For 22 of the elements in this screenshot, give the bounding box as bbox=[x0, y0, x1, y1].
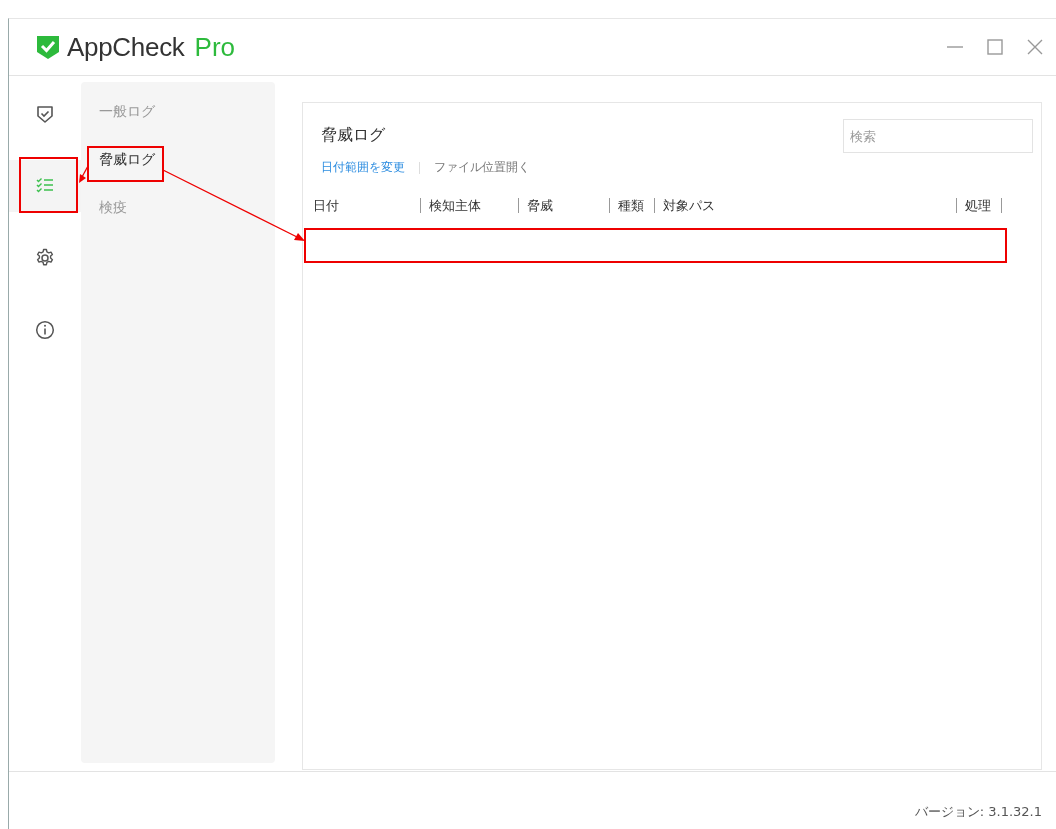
info-icon bbox=[35, 320, 55, 340]
column-header[interactable]: 検知主体 bbox=[421, 198, 519, 213]
column-header[interactable]: 対象パス bbox=[655, 198, 957, 213]
logo-icon bbox=[35, 34, 61, 60]
panel-title: 脅威ログ bbox=[321, 125, 385, 146]
annotation-arrow bbox=[79, 165, 89, 183]
search-field[interactable]: 検索 bbox=[843, 119, 1033, 153]
nav-button[interactable] bbox=[9, 160, 81, 212]
shield-icon bbox=[35, 104, 55, 124]
column-header[interactable]: 処理 bbox=[957, 198, 1002, 213]
submenu-item[interactable]: 脅威ログ bbox=[81, 150, 275, 170]
column-header[interactable]: 脅威 bbox=[519, 198, 610, 213]
edition-label: Pro bbox=[194, 31, 236, 63]
app-name: AppCheck bbox=[67, 31, 185, 63]
close-icon[interactable] bbox=[1026, 38, 1044, 56]
maximize-icon[interactable] bbox=[986, 38, 1004, 56]
highlight-frame bbox=[19, 157, 78, 213]
column-header[interactable]: 日付 bbox=[311, 198, 421, 213]
version-label: バージョン: 3.1.32.1 bbox=[914, 803, 1042, 821]
gear-icon bbox=[35, 248, 55, 268]
action-link[interactable]: 日付範囲を変更 bbox=[321, 159, 405, 176]
column-header[interactable]: 種類 bbox=[610, 198, 655, 213]
